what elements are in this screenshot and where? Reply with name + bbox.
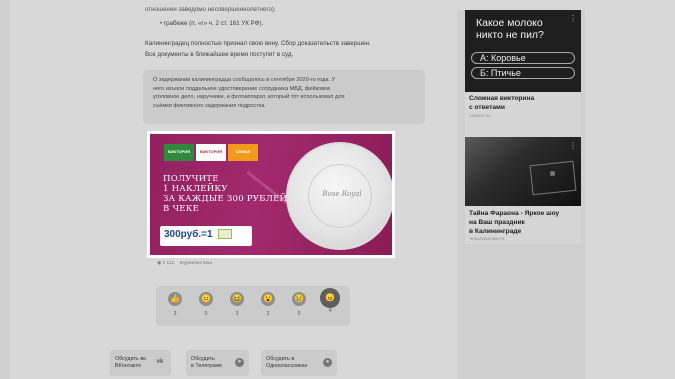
article: отношении заведомо несовершеннолетнего);… (10, 0, 453, 379)
quote-line: О задержании калининградца сообщалось в … (153, 77, 336, 83)
ad-price-text: 300руб.=1 (164, 229, 213, 240)
reaction-wow[interactable]: 😮 2 (258, 292, 278, 317)
sidebar: ⋮ Какое молоко никто не пил? А: Коровье … (457, 10, 585, 379)
odnoklassniki-icon: ● (323, 358, 332, 367)
ad-creative[interactable]: ВИКТОРИЯ ВИКТОРИЯ СЕМЬЯ Rose Royal ПОЛУЧ… (150, 134, 392, 255)
plate-brand: Rose Royal (322, 190, 362, 198)
article-top-line: отношении заведомо несовершеннолетнего); (145, 6, 276, 13)
quiz-option-a: А: Коровье (471, 52, 575, 64)
reactions-panel: 👍 3 😐 0 😆 3 😮 2 😢 0 😠 4 (156, 286, 350, 326)
reaction-laugh[interactable]: 😆 3 (227, 292, 247, 317)
reaction-count: 4 (328, 308, 332, 314)
article-bullet: • грабеже (п. «г» ч. 2 ст. 161 УК РФ). (160, 20, 264, 27)
neutral-face-icon: 😐 (199, 292, 213, 306)
laughing-face-icon: 😆 (230, 292, 244, 306)
eye-icon: ◉ (157, 261, 162, 266)
reaction-sad[interactable]: 😢 0 (289, 292, 309, 317)
reaction-count: 2 (266, 311, 270, 317)
article-quote: О задержании калининградца сообщалось в … (143, 70, 425, 124)
story-image: ⋮ ▦ (465, 137, 581, 206)
quiz-title-line: Какое молоко (476, 17, 543, 29)
quiz-image: ⋮ Какое молоко никто не пил? А: Коровье … (465, 10, 581, 92)
share-telegram-button[interactable]: Обсудить в Телеграме ➤ (186, 350, 249, 376)
views-meta: ◉ 2 112 Журналистика (157, 261, 212, 266)
quote-line: уголовное дело, наручники, и фотоаппарат… (153, 94, 345, 101)
quiz-title: Какое молоко никто не пил? (476, 17, 544, 41)
plate-image: Rose Royal (286, 142, 392, 250)
sidebar-story-card[interactable]: ⋮ ▦ Тайна Фараона - Яркое шоу на Ваш пра… (465, 127, 581, 244)
reaction-like[interactable]: 👍 3 (165, 292, 185, 317)
quiz-source: YANDEX.RU (469, 114, 491, 118)
reaction-neutral[interactable]: 😐 0 (196, 292, 216, 317)
share-ok-button[interactable]: Обсудить в Одноклассниках ● (261, 350, 337, 376)
quiz-caption-line: Сложная викторина (469, 95, 535, 102)
ad-logo-2: ВИКТОРИЯ (196, 144, 226, 161)
article-para-1: Калининградец полностью признал свою вин… (145, 40, 371, 47)
angry-face-icon: 😠 (320, 288, 340, 308)
bullet-text: грабеже (п. «г» ч. 2 ст. 161 УК РФ). (163, 20, 264, 27)
story-caption-line: на Ваш праздник (469, 219, 525, 226)
surprised-face-icon: 😮 (261, 292, 275, 306)
quiz-title-line: никто не пил? (476, 29, 544, 41)
sad-face-icon: 😢 (292, 292, 306, 306)
telegram-icon: ➤ (235, 358, 244, 367)
article-para-2: Все документы в ближайшее время поступят… (145, 51, 294, 58)
story-caption-line: в Калининграде (469, 228, 522, 235)
reaction-count: 0 (204, 311, 208, 317)
quiz-option-b: Б: Птичье (471, 67, 575, 79)
vk-icon: vk (156, 359, 164, 365)
share-vk-button[interactable]: Обсудить во ВКонтакте vk (110, 350, 171, 376)
more-icon[interactable]: ⋮ (569, 14, 577, 23)
quiz-caption: Сложная викторина с ответами (469, 94, 534, 112)
ad-headline-line: ЗА КАЖДЫЕ 300 РУБЛЕЙ (163, 194, 288, 204)
sticker-icon (218, 229, 233, 240)
ad-logo-1: ВИКТОРИЯ (164, 144, 194, 161)
more-icon[interactable]: ⋮ (569, 141, 577, 150)
reaction-count: 0 (297, 311, 301, 317)
sidebar-quiz-card[interactable]: ⋮ Какое молоко никто не пил? А: Коровье … (465, 10, 581, 127)
ad-headline-line: В ЧЕКЕ (163, 204, 200, 214)
reaction-count: 3 (235, 311, 239, 317)
quiz-caption-line: с ответами (469, 104, 505, 111)
quote-line: него изъяли поддельное удостоверение сот… (153, 85, 331, 92)
story-caption: Тайна Фараона - Яркое шоу на Ваш праздни… (469, 209, 559, 236)
ad-headline: ПОЛУЧИТЕ 1 НАКЛЕЙКУ ЗА КАЖДЫЕ 300 РУБЛЕЙ… (163, 174, 287, 214)
views-tag: Журналистика (179, 261, 212, 266)
ad-headline-line: ПОЛУЧИТЕ (163, 174, 219, 184)
reaction-angry[interactable]: 😠 4 (320, 288, 340, 314)
views-count: 2 112 (162, 261, 175, 266)
page: отношении заведомо несовершеннолетнего);… (10, 0, 675, 379)
ad-logo-3: СЕМЬЯ (228, 144, 258, 161)
ad-banner[interactable]: ВИКТОРИЯ ВИКТОРИЯ СЕМЬЯ Rose Royal ПОЛУЧ… (147, 131, 395, 258)
thumbs-up-icon: 👍 (168, 292, 182, 306)
ad-headline-line: 1 НАКЛЕЙКУ (163, 184, 228, 194)
story-sign-icon: ▦ (529, 160, 577, 196)
ad-price-badge: 300руб.=1 (160, 226, 252, 246)
reaction-count: 3 (173, 311, 177, 317)
share-ok-line: Одноклассниках (266, 363, 308, 369)
story-source: TAINAFARAONA.РФ (469, 237, 505, 241)
quote-line: съёмки фиктивного задержания подростка. (153, 102, 266, 109)
story-caption-line: Тайна Фараона - Яркое шоу (469, 210, 560, 217)
